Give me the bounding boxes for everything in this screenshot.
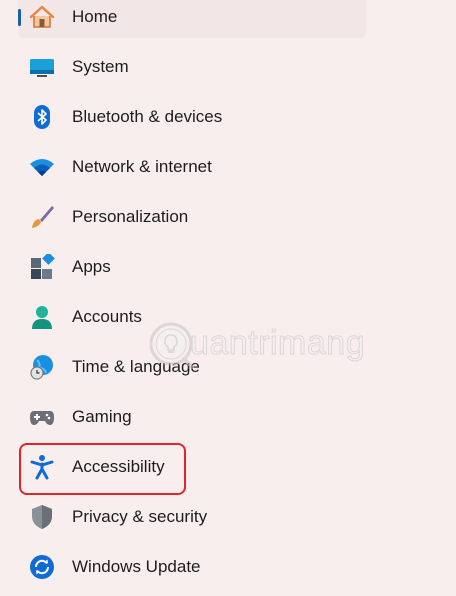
nav-item-home[interactable]: Home bbox=[18, 0, 366, 38]
nav-item-label: System bbox=[72, 57, 129, 76]
wifi-icon bbox=[28, 153, 56, 181]
watermark-lightbulb-icon bbox=[149, 322, 194, 369]
apps-icon bbox=[28, 253, 56, 281]
globe-clock-icon bbox=[28, 353, 56, 381]
nav-item-label: Personalization bbox=[72, 207, 189, 226]
watermark: uantrimang bbox=[146, 316, 366, 372]
nav-item-label: Privacy & security bbox=[72, 507, 208, 526]
nav-item-gaming[interactable]: Gaming bbox=[18, 396, 366, 438]
nav-item-label: Network & internet bbox=[72, 157, 212, 176]
system-display-icon bbox=[28, 53, 56, 81]
nav-item-system[interactable]: System bbox=[18, 46, 366, 88]
shield-icon bbox=[28, 503, 56, 531]
nav-item-label: Bluetooth & devices bbox=[72, 107, 223, 126]
nav-item-label: Accounts bbox=[72, 307, 142, 326]
nav-item-label: Apps bbox=[72, 257, 111, 276]
paintbrush-icon bbox=[28, 203, 56, 231]
bluetooth-icon bbox=[28, 103, 56, 131]
nav-item-label: Windows Update bbox=[72, 557, 201, 576]
nav-item-network[interactable]: Network & internet bbox=[18, 146, 366, 188]
nav-item-apps[interactable]: Apps bbox=[18, 246, 366, 288]
watermark-text: uantrimang bbox=[189, 324, 366, 363]
gamepad-icon bbox=[28, 403, 56, 431]
nav-item-windows-update[interactable]: Windows Update bbox=[18, 546, 366, 588]
home-icon bbox=[28, 3, 56, 31]
selection-indicator bbox=[18, 9, 21, 26]
nav-item-bluetooth[interactable]: Bluetooth & devices bbox=[18, 96, 366, 138]
update-icon bbox=[28, 553, 56, 581]
nav-item-label: Home bbox=[72, 7, 118, 26]
settings-nav: Home System Bluetooth & devices Network … bbox=[18, 0, 366, 596]
accessibility-highlight-box bbox=[19, 443, 186, 495]
nav-item-privacy-security[interactable]: Privacy & security bbox=[18, 496, 366, 538]
person-icon bbox=[28, 303, 56, 331]
nav-item-personalization[interactable]: Personalization bbox=[18, 196, 366, 238]
nav-item-label: Gaming bbox=[72, 407, 132, 426]
